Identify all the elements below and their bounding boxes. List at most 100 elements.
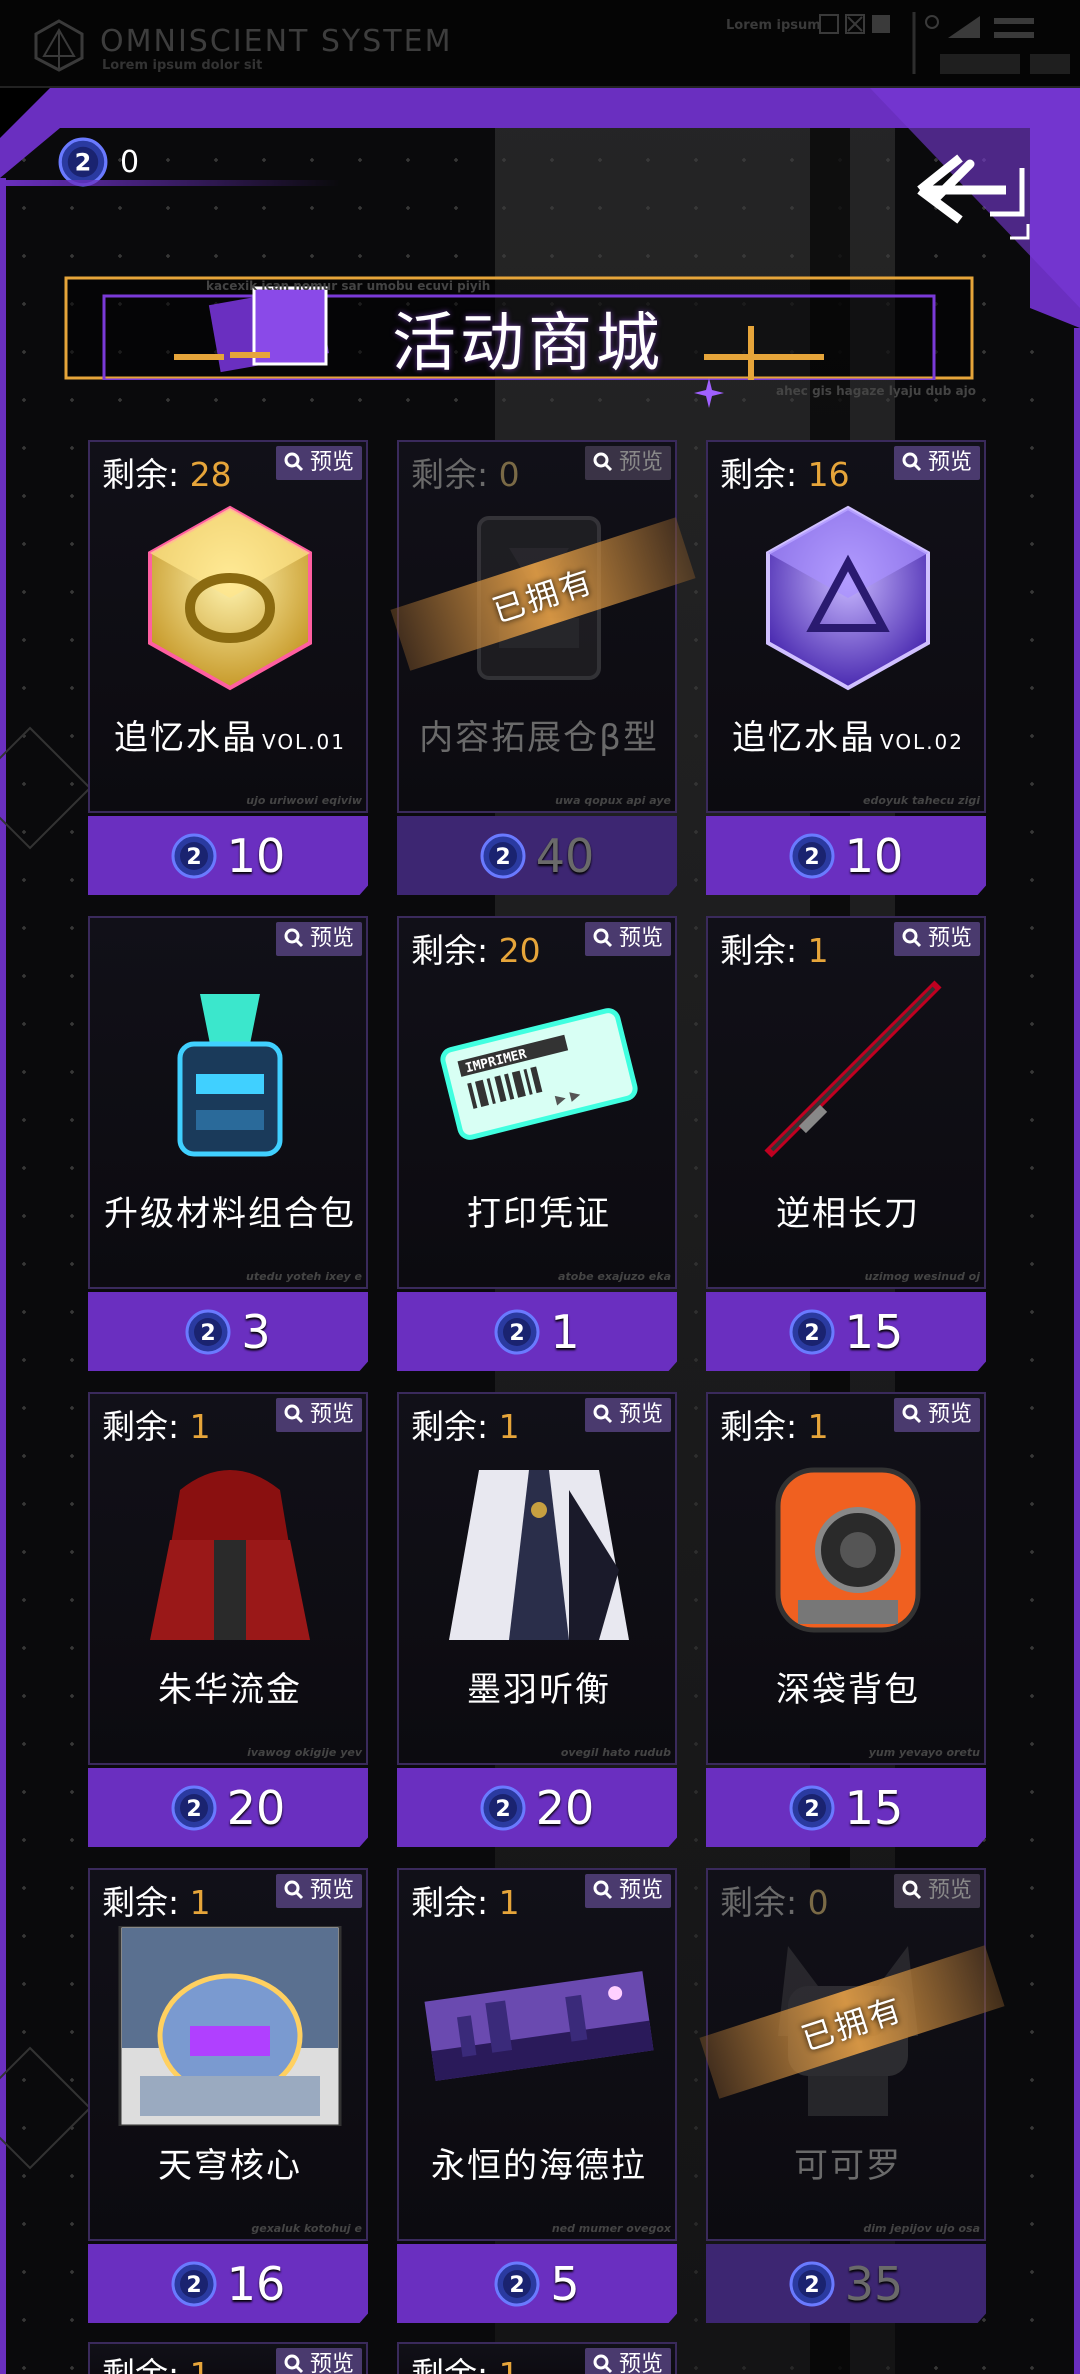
price-button[interactable]: 2 1: [397, 1292, 677, 1371]
svg-text:2: 2: [75, 149, 92, 177]
item-card-body: 剩余: 16 预览 追忆水晶 VOL.02 edoyuk tahecu zigi: [706, 440, 986, 813]
system-top-bar: OMNISCIENT SYSTEM Lorem ipsum dolor sit …: [0, 0, 1080, 88]
magnifier-icon: [284, 928, 304, 948]
preview-button[interactable]: 预览: [275, 2348, 362, 2374]
item-code: ujo uriwowi eqiviw: [246, 794, 362, 807]
price-button[interactable]: 2 35: [706, 2244, 986, 2323]
magnifier-icon: [593, 1880, 613, 1900]
preview-button[interactable]: 预览: [893, 1874, 980, 1908]
item-name: 朱华流金: [158, 1670, 302, 1710]
long-blade-icon: [728, 974, 968, 1174]
item-name: 逆相长刀: [776, 1194, 920, 1234]
system-subtitle: Lorem ipsum dolor sit: [102, 58, 263, 73]
item-name: 墨羽听衡: [467, 1670, 611, 1710]
preview-button[interactable]: 预览: [584, 1874, 671, 1908]
shop-item-card[interactable]: 剩余: 1 预览 朱华流金 ivawog okigije yev 2 20: [88, 1392, 368, 1847]
item-price: 20: [226, 1780, 286, 1835]
item-code: uwa qopux api aye: [555, 794, 671, 807]
svg-text:2: 2: [804, 845, 819, 870]
item-card-body: 剩余: 28 预览 追忆水晶 VOL.01 ujo uriwowi eqiviw: [88, 440, 368, 813]
magnifier-icon: [284, 452, 304, 472]
magnifier-icon: [902, 452, 922, 472]
price-button[interactable]: 2 15: [706, 1292, 986, 1371]
item-remaining: 剩余: 20: [411, 931, 541, 970]
coin-icon: 2: [480, 833, 526, 878]
item-card-body: 剩余: 1 预览: [88, 2342, 368, 2374]
preview-button[interactable]: 预览: [893, 446, 980, 480]
preview-button[interactable]: 预览: [275, 1398, 362, 1432]
price-button[interactable]: 2 20: [88, 1768, 368, 1847]
item-remaining: 剩余: 1: [720, 931, 829, 970]
shop-item-card-partial[interactable]: 剩余: 1 预览: [397, 2342, 677, 2374]
item-name: 天穹核心: [158, 2146, 302, 2186]
preview-button[interactable]: 预览: [275, 1874, 362, 1908]
item-price: 10: [844, 828, 904, 883]
shop-item-card[interactable]: 剩余: 28 预览 追忆水晶 VOL.01 ujo uriwowi eqiviw …: [88, 440, 368, 895]
price-button[interactable]: 2 5: [397, 2244, 677, 2323]
item-name: 永恒的海德拉: [431, 2146, 647, 2186]
shop-item-card[interactable]: 剩余: 16 预览 追忆水晶 VOL.02 edoyuk tahecu zigi …: [706, 440, 986, 895]
magnifier-icon: [284, 2354, 304, 2374]
magnifier-icon: [284, 1404, 304, 1424]
item-code: yum yevayo oretu: [868, 1746, 980, 1759]
preview-button[interactable]: 预览: [275, 446, 362, 480]
preview-button[interactable]: 预览: [584, 446, 671, 480]
title-deco-top: kacexik ican nomur sar umobu ecuvi piyih: [206, 279, 491, 293]
preview-button[interactable]: 预览: [275, 922, 362, 956]
price-button[interactable]: 2 40: [397, 816, 677, 895]
sparkle-icon: [694, 378, 724, 408]
item-code: uzimog wesinud oj: [864, 1270, 980, 1283]
item-card-body: 剩余: 20 预览 IMPRIMER 打印凭证 atobe exajuzo ek…: [397, 916, 677, 1289]
shop-item-card[interactable]: 剩余: 1 预览 深袋背包 yum yevayo oretu 2 15: [706, 1392, 986, 1847]
item-name: 打印凭证: [467, 1194, 611, 1234]
price-button[interactable]: 2 20: [397, 1768, 677, 1847]
preview-button[interactable]: 预览: [584, 2348, 671, 2374]
sky-core-icon: [110, 1924, 350, 2128]
item-price: 40: [535, 828, 595, 883]
magnifier-icon: [593, 2354, 613, 2374]
price-button[interactable]: 2 3: [88, 1292, 368, 1371]
shop-item-card[interactable]: 预览 升级材料组合包 utedu yoteh ixey e 2 3: [88, 916, 368, 1371]
item-code: ned mumer ovegox: [551, 2222, 671, 2235]
preview-button[interactable]: 预览: [893, 922, 980, 956]
item-remaining: 剩余: 1: [102, 2348, 211, 2374]
price-button[interactable]: 2 10: [88, 816, 368, 895]
preview-button[interactable]: 预览: [584, 922, 671, 956]
shop-item-card[interactable]: 剩余: 20 预览 IMPRIMER 打印凭证 atobe exajuzo ek…: [397, 916, 677, 1371]
svg-text:2: 2: [804, 1797, 819, 1822]
item-code: ivawog okigije yev: [247, 1746, 362, 1759]
price-button[interactable]: 2 10: [706, 816, 986, 895]
shop-item-card[interactable]: 剩余: 1 预览 天穹核心 gexaluk kotohuj e 2 16: [88, 1868, 368, 2323]
coin-icon: 2: [171, 2261, 217, 2306]
currency-underline: [0, 180, 340, 186]
page-title: 活动商城: [392, 307, 664, 381]
item-remaining: 剩余: 1: [411, 1407, 520, 1446]
coin-icon: 2: [494, 1309, 540, 1354]
shop-item-card[interactable]: 剩余: 1 预览 墨羽听衡 ovegil hato rudub 2 20: [397, 1392, 677, 1847]
item-card-body: 剩余: 1 预览 朱华流金 ivawog okigije yev: [88, 1392, 368, 1765]
preview-button[interactable]: 预览: [893, 1398, 980, 1432]
top-deco-icon: [912, 12, 1070, 74]
item-card-body: 剩余: 1 预览 永恒的海德拉 ned mumer ovegox: [397, 1868, 677, 2241]
price-button[interactable]: 2 15: [706, 1768, 986, 1847]
shop-item-card[interactable]: 剩余: 0 预览 已拥有 可可罗 dim jepijov ujo osa 2 3…: [699, 1868, 1005, 2323]
shop-item-card[interactable]: 剩余: 0 预览 已拥有 内容拓展仓β型 uwa qopux api aye 2…: [390, 440, 696, 895]
item-code: edoyuk tahecu zigi: [862, 794, 980, 807]
white-outfit-icon: [419, 1450, 659, 1650]
price-button[interactable]: 2 16: [88, 2244, 368, 2323]
shop-item-card[interactable]: 剩余: 1 预览 逆相长刀 uzimog wesinud oj 2 15: [706, 916, 986, 1371]
item-name: 可可罗: [794, 2146, 902, 2186]
item-price: 16: [226, 2256, 286, 2311]
back-arrow-button[interactable]: [906, 148, 1032, 248]
svg-text:2: 2: [510, 1321, 525, 1346]
coin-icon: 2: [789, 833, 835, 878]
item-card-body: 剩余: 1 预览 逆相长刀 uzimog wesinud oj: [706, 916, 986, 1289]
shop-item-card[interactable]: 剩余: 1 预览 永恒的海德拉 ned mumer ovegox 2 5: [397, 1868, 677, 2323]
preview-button[interactable]: 预览: [584, 1398, 671, 1432]
svg-text:2: 2: [495, 845, 510, 870]
magnifier-icon: [902, 928, 922, 948]
imprimer-ticket-icon: IMPRIMER: [419, 974, 659, 1174]
magnifier-icon: [284, 1880, 304, 1900]
item-code: utedu yoteh ixey e: [246, 1270, 362, 1283]
shop-item-card-partial[interactable]: 剩余: 1 预览: [88, 2342, 368, 2374]
